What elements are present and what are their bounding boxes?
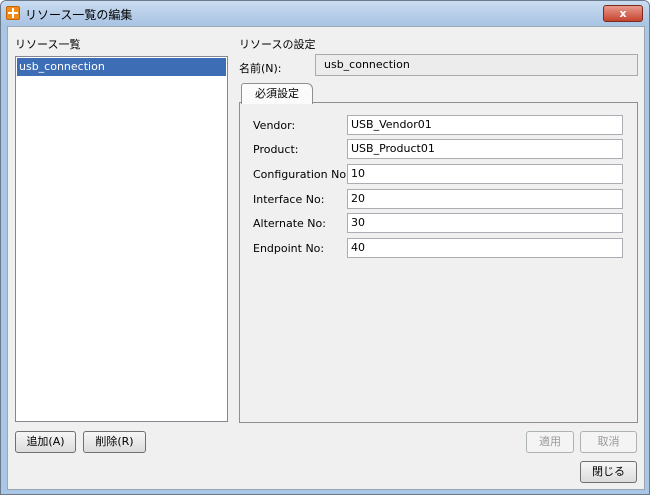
alternate-no-label: Alternate No: (253, 217, 326, 230)
resource-listbox[interactable]: usb_connection (15, 56, 228, 422)
tab-required-settings[interactable]: 必須設定 (241, 83, 313, 104)
alternate-no-field[interactable]: 30 (347, 213, 623, 233)
close-button[interactable]: 閉じる (580, 461, 637, 483)
product-field[interactable]: USB_Product01 (347, 139, 623, 159)
vendor-label: Vendor: (253, 119, 296, 132)
interface-no-label: Interface No: (253, 193, 325, 206)
configuration-no-label: Configuration No: (253, 168, 350, 181)
required-settings-panel: Vendor: USB_Vendor01 Product: USB_Produc… (239, 102, 638, 423)
name-label: 名前(N): (239, 62, 282, 75)
resource-list-item[interactable]: usb_connection (17, 58, 226, 76)
app-icon (6, 6, 20, 20)
close-window-button[interactable]: x (603, 5, 643, 22)
cancel-button[interactable]: 取消 (580, 431, 637, 453)
name-field[interactable]: usb_connection (315, 54, 638, 76)
endpoint-no-label: Endpoint No: (253, 242, 325, 255)
vendor-field[interactable]: USB_Vendor01 (347, 115, 623, 135)
apply-button[interactable]: 適用 (526, 431, 574, 453)
dialog-body: リソース一覧 usb_connection 追加(A) 削除(R) リソースの設… (7, 26, 645, 490)
interface-no-field[interactable]: 20 (347, 189, 623, 209)
resource-settings-heading: リソースの設定 (239, 38, 316, 51)
dialog-window: リソース一覧の編集 x リソース一覧 usb_connection 追加(A) … (0, 0, 650, 495)
product-label: Product: (253, 143, 299, 156)
delete-button[interactable]: 削除(R) (83, 431, 146, 453)
window-title: リソース一覧の編集 (25, 8, 133, 22)
add-button[interactable]: 追加(A) (15, 431, 76, 453)
configuration-no-field[interactable]: 10 (347, 164, 623, 184)
endpoint-no-field[interactable]: 40 (347, 238, 623, 258)
title-bar[interactable]: リソース一覧の編集 x (1, 1, 649, 25)
resource-list-heading: リソース一覧 (15, 38, 81, 51)
